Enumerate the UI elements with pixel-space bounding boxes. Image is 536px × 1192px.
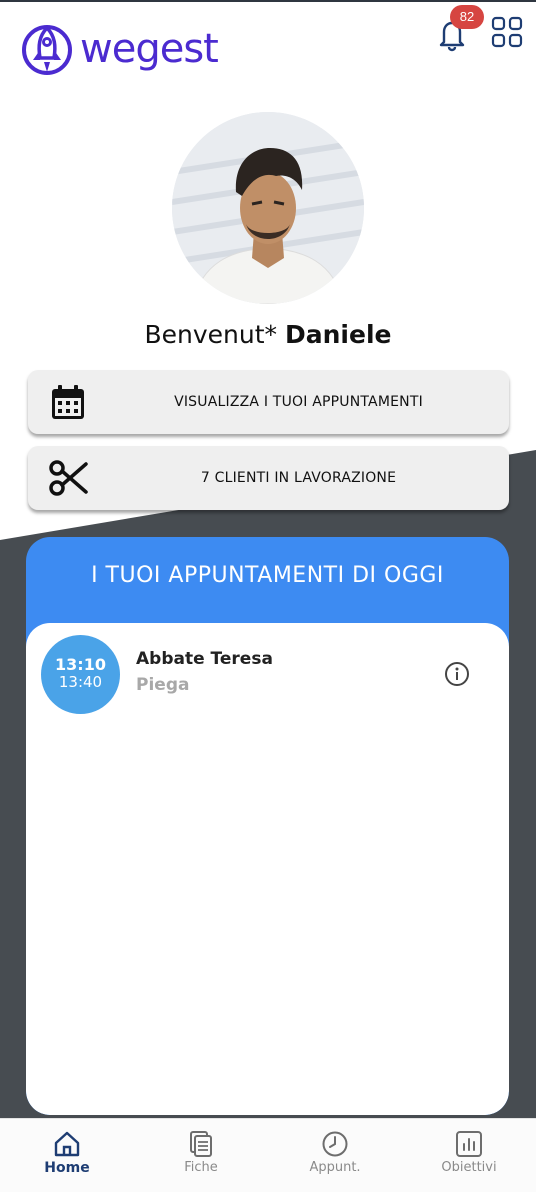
- calendar-icon: [52, 385, 84, 419]
- info-icon[interactable]: [444, 661, 470, 687]
- top-border: [0, 0, 536, 2]
- appointment-time-badge: 13:10 13:40: [41, 635, 120, 714]
- bar-chart-icon: [456, 1131, 482, 1157]
- user-name: Daniele: [285, 320, 392, 349]
- today-appointments-title: I TUOI APPUNTAMENTI DI OGGI: [91, 563, 444, 588]
- appointments-list: 13:10 13:40 Abbate Teresa Piega: [26, 623, 509, 1115]
- today-appointments-card: I TUOI APPUNTAMENTI DI OGGI 13:10 13:40 …: [26, 537, 509, 1115]
- home-icon: [54, 1131, 80, 1157]
- appointment-item[interactable]: 13:10 13:40 Abbate Teresa Piega: [26, 623, 509, 723]
- nav-appointments[interactable]: Appunt.: [268, 1119, 402, 1192]
- bottom-navigation: Home Fiche Appunt. Obiettivi: [0, 1118, 536, 1192]
- nav-fiche[interactable]: Fiche: [134, 1119, 268, 1192]
- view-appointments-label: VISUALIZZA I TUOI APPUNTAMENTI: [174, 394, 423, 410]
- rocket-logo-icon: [22, 25, 72, 75]
- nav-home-label: Home: [44, 1160, 90, 1176]
- welcome-prefix: Benvenut*: [144, 320, 278, 349]
- notification-count-badge[interactable]: 82: [450, 5, 484, 29]
- profile-avatar[interactable]: [172, 112, 364, 304]
- appointment-service: Piega: [136, 675, 190, 695]
- clients-in-progress-button[interactable]: 7 CLIENTI IN LAVORAZIONE: [28, 446, 509, 510]
- apps-grid-icon[interactable]: [490, 15, 524, 49]
- view-appointments-button[interactable]: VISUALIZZA I TUOI APPUNTAMENTI: [28, 370, 509, 434]
- scissors-icon: [49, 460, 88, 496]
- user-photo: [172, 112, 364, 304]
- clock-icon: [322, 1131, 348, 1157]
- documents-icon: [190, 1131, 212, 1157]
- appointment-client-name: Abbate Teresa: [136, 649, 273, 669]
- nav-appointments-label: Appunt.: [309, 1160, 361, 1175]
- logo-text: wegest: [80, 26, 219, 72]
- appointment-start-time: 13:10: [55, 655, 106, 674]
- appointment-end-time: 13:40: [58, 673, 103, 691]
- nav-goals[interactable]: Obiettivi: [402, 1119, 536, 1192]
- nav-fiche-label: Fiche: [184, 1160, 218, 1175]
- wegest-logo[interactable]: wegest: [20, 20, 219, 78]
- nav-home[interactable]: Home: [0, 1119, 134, 1192]
- nav-goals-label: Obiettivi: [441, 1160, 497, 1175]
- app-root: wegest 82 Benvenut* Daniele VISUALIZZA I…: [0, 0, 536, 1192]
- clients-in-progress-label: 7 CLIENTI IN LAVORAZIONE: [200, 470, 397, 486]
- welcome-message: Benvenut* Daniele: [0, 320, 536, 349]
